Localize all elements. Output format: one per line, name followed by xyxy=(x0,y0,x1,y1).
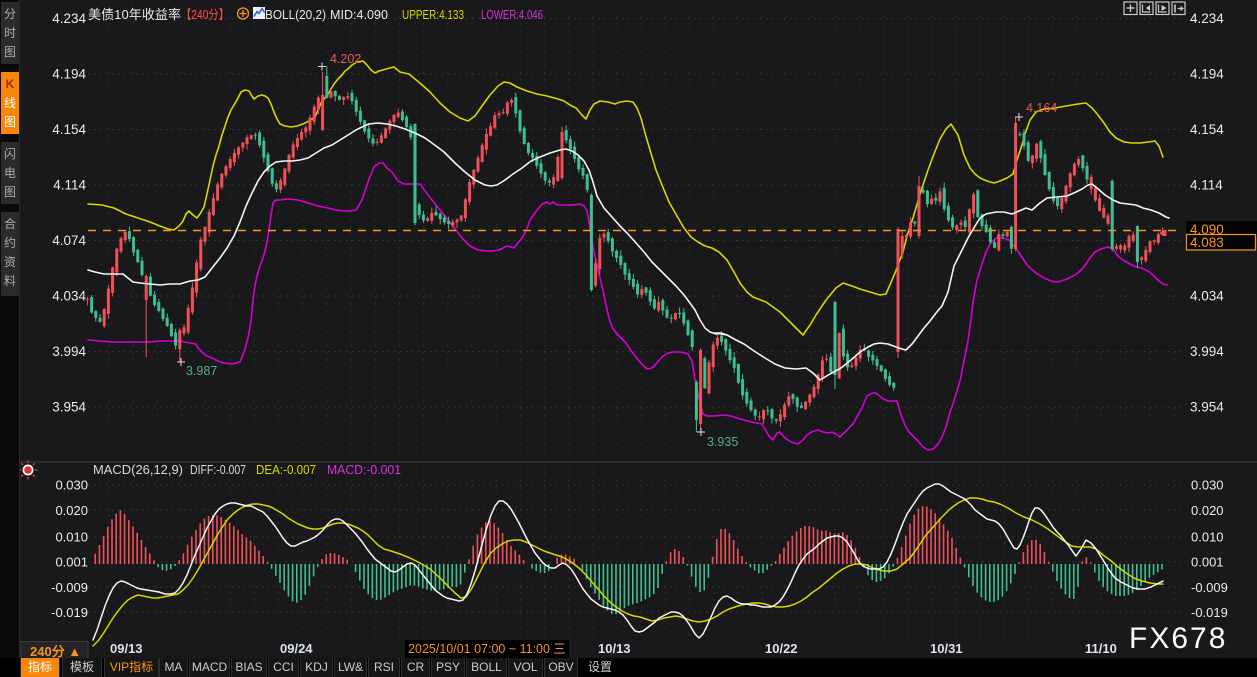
svg-text:3.954: 3.954 xyxy=(52,400,86,415)
svg-text:3.954: 3.954 xyxy=(1190,400,1224,415)
svg-text:【240分】: 【240分】 xyxy=(181,8,229,22)
svg-text:美债10年收益率: 美债10年收益率 xyxy=(88,7,181,22)
svg-text:UPPER:4.133: UPPER:4.133 xyxy=(402,7,464,22)
svg-text:0.010: 0.010 xyxy=(1191,530,1224,545)
svg-text:3.994: 3.994 xyxy=(52,344,86,359)
svg-text:LOWER:4.046: LOWER:4.046 xyxy=(481,7,543,22)
svg-text:DIFF:-0.007: DIFF:-0.007 xyxy=(190,462,246,477)
svg-text:4.164: 4.164 xyxy=(1026,101,1057,115)
svg-text:-0.009: -0.009 xyxy=(51,580,88,595)
svg-text:0.020: 0.020 xyxy=(55,503,88,518)
svg-text:0.010: 0.010 xyxy=(55,530,88,545)
svg-text:4.194: 4.194 xyxy=(1190,67,1224,82)
svg-text:4.074: 4.074 xyxy=(52,233,86,248)
svg-text:-0.009: -0.009 xyxy=(1191,580,1228,595)
svg-text:4.234: 4.234 xyxy=(1190,11,1224,26)
svg-text:4.202: 4.202 xyxy=(330,52,361,66)
svg-text:-0.019: -0.019 xyxy=(1191,605,1228,620)
svg-text:BOLL(20,2): BOLL(20,2) xyxy=(265,7,326,22)
svg-text:0.001: 0.001 xyxy=(1191,555,1224,570)
svg-text:4.154: 4.154 xyxy=(1190,122,1224,137)
svg-text:MACD(26,12,9): MACD(26,12,9) xyxy=(93,462,183,477)
svg-text:DEA:-0.007: DEA:-0.007 xyxy=(256,462,316,477)
svg-text:0.020: 0.020 xyxy=(1191,503,1224,518)
svg-text:3.994: 3.994 xyxy=(1190,344,1224,359)
svg-text:0.001: 0.001 xyxy=(55,555,88,570)
svg-text:4.034: 4.034 xyxy=(52,289,86,304)
svg-text:3.987: 3.987 xyxy=(186,364,217,378)
svg-text:MID:4.090: MID:4.090 xyxy=(330,7,388,22)
svg-text:4.034: 4.034 xyxy=(1190,289,1224,304)
svg-text:0.030: 0.030 xyxy=(1191,478,1224,493)
svg-text:4.194: 4.194 xyxy=(52,67,86,82)
svg-text:4.114: 4.114 xyxy=(53,178,86,193)
svg-text:4.154: 4.154 xyxy=(52,122,86,137)
svg-text:4.114: 4.114 xyxy=(1190,178,1223,193)
svg-text:4.234: 4.234 xyxy=(52,11,86,26)
svg-text:0.030: 0.030 xyxy=(55,478,88,493)
svg-text:4.083: 4.083 xyxy=(1190,235,1224,250)
svg-text:-0.019: -0.019 xyxy=(51,605,88,620)
svg-text:3.935: 3.935 xyxy=(707,435,738,449)
svg-text:MACD:-0.001: MACD:-0.001 xyxy=(327,462,401,477)
